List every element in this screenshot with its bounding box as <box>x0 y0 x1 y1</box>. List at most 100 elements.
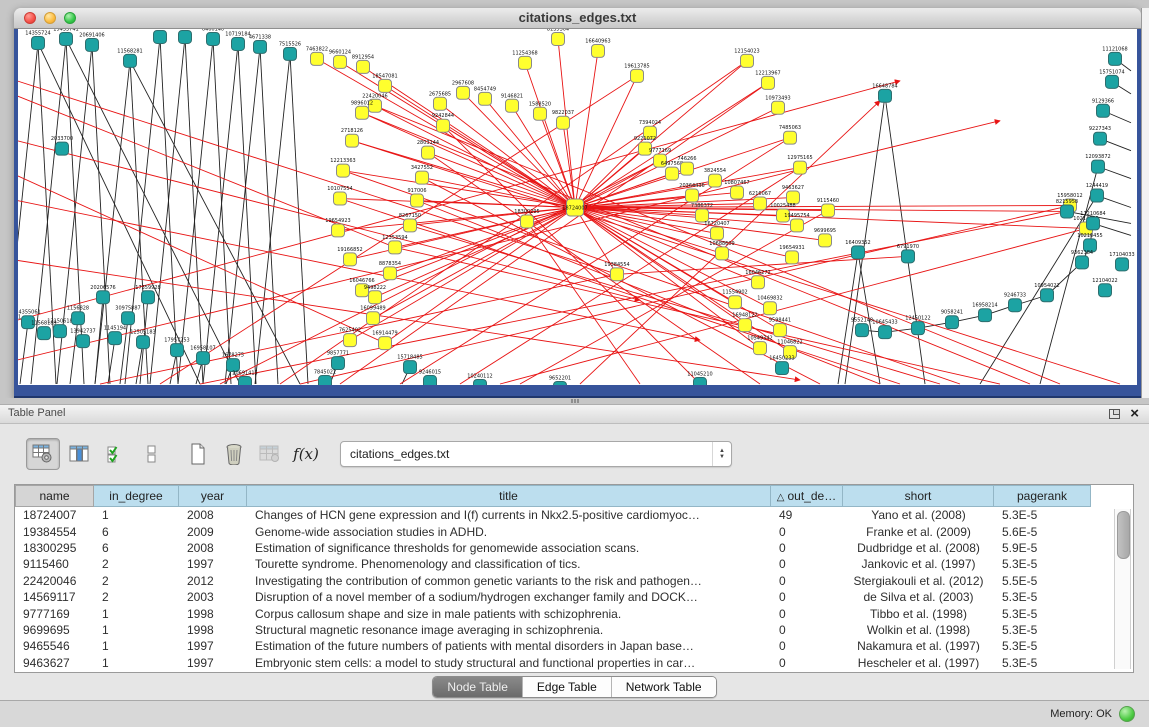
network-node[interactable] <box>1109 52 1122 65</box>
network-node[interactable] <box>791 219 804 232</box>
table-settings-button[interactable] <box>26 438 60 470</box>
network-node[interactable] <box>154 30 167 43</box>
tab-node-table[interactable]: Node Table <box>433 677 522 697</box>
network-node[interactable] <box>404 219 417 232</box>
network-node[interactable] <box>739 319 752 332</box>
network-node[interactable] <box>819 234 832 247</box>
network-node[interactable] <box>774 324 787 337</box>
network-node[interactable] <box>422 146 435 159</box>
import-table-button[interactable] <box>254 439 286 469</box>
network-node[interactable] <box>709 174 722 187</box>
network-node[interactable] <box>752 276 765 289</box>
network-node[interactable] <box>822 204 835 217</box>
network-node[interactable] <box>97 291 110 304</box>
network-node[interactable] <box>666 167 679 180</box>
network-node[interactable] <box>337 164 350 177</box>
network-node[interactable] <box>479 92 492 105</box>
network-node[interactable] <box>404 361 417 374</box>
column-header-in_degree[interactable]: in_degree <box>94 485 179 507</box>
network-node[interactable] <box>784 131 797 144</box>
network-node[interactable] <box>631 69 644 82</box>
network-node[interactable] <box>694 378 707 385</box>
network-node[interactable] <box>776 362 789 375</box>
divider-grip-icon[interactable] <box>571 399 580 403</box>
float-window-icon[interactable] <box>1109 409 1120 419</box>
network-node[interactable] <box>592 44 605 57</box>
network-node[interactable] <box>852 246 865 259</box>
network-node[interactable] <box>711 227 724 240</box>
network-node[interactable] <box>232 37 245 50</box>
network-node[interactable] <box>197 352 210 365</box>
network-node[interactable] <box>334 192 347 205</box>
network-node[interactable] <box>902 250 915 263</box>
network-node[interactable] <box>731 186 744 199</box>
network-node[interactable] <box>319 376 332 385</box>
delete-columns-button[interactable] <box>218 439 250 469</box>
network-node[interactable] <box>379 337 392 350</box>
network-node[interactable] <box>424 376 437 385</box>
network-node[interactable] <box>411 194 424 207</box>
network-node[interactable] <box>729 296 742 309</box>
table-row[interactable]: 946554611997Estimation of the future num… <box>15 638 1133 654</box>
network-node[interactable] <box>389 241 402 254</box>
network-node[interactable] <box>311 52 324 65</box>
network-node[interactable] <box>1097 104 1110 117</box>
unselect-all-checkboxes-button[interactable] <box>136 439 168 469</box>
network-node[interactable] <box>912 322 925 335</box>
network-node[interactable] <box>474 380 487 385</box>
network-node[interactable] <box>384 267 397 280</box>
function-builder-button[interactable]: f(x) <box>290 439 322 469</box>
table-row[interactable]: 911546021997Tourette syndrome. Phenomeno… <box>15 556 1133 572</box>
network-node[interactable] <box>534 107 547 120</box>
network-node[interactable] <box>32 36 45 49</box>
tab-edge-table[interactable]: Edge Table <box>522 677 611 697</box>
network-node[interactable] <box>686 189 699 202</box>
network-node[interactable] <box>86 38 99 51</box>
network-node[interactable] <box>379 79 392 92</box>
network-node[interactable] <box>506 99 519 112</box>
network-node[interactable] <box>762 76 775 89</box>
network-node[interactable] <box>754 197 767 210</box>
network-node[interactable] <box>786 251 799 264</box>
network-node[interactable] <box>434 97 447 110</box>
column-header-year[interactable]: year <box>179 485 247 507</box>
network-node[interactable] <box>344 253 357 266</box>
network-node[interactable] <box>416 171 429 184</box>
network-node[interactable] <box>142 291 155 304</box>
network-node[interactable] <box>946 316 959 329</box>
network-node[interactable] <box>334 55 347 68</box>
network-node[interactable] <box>109 332 122 345</box>
create-column-button[interactable] <box>182 439 214 469</box>
network-node[interactable] <box>54 325 67 338</box>
network-node[interactable] <box>716 247 729 260</box>
network-canvas[interactable]: 1830029519384554982203715885209146821845… <box>18 29 1137 385</box>
network-node[interactable] <box>367 312 380 325</box>
network-node[interactable] <box>794 161 807 174</box>
network-node[interactable] <box>1116 258 1129 271</box>
network-node[interactable] <box>344 334 357 347</box>
network-node[interactable] <box>254 40 267 53</box>
table-row[interactable]: 977716911998Corpus callosum shape and si… <box>15 605 1133 621</box>
column-header-out_de[interactable]: △out_de… <box>771 485 843 507</box>
network-node[interactable] <box>284 47 297 60</box>
network-table-select[interactable]: citations_edges.txt ▲▼ <box>340 441 732 467</box>
network-node[interactable] <box>879 326 892 339</box>
column-header-title[interactable]: title <box>247 485 771 507</box>
network-node[interactable] <box>1091 189 1104 202</box>
network-node[interactable] <box>772 101 785 114</box>
network-node[interactable] <box>137 336 150 349</box>
network-node[interactable] <box>207 32 220 45</box>
network-node[interactable] <box>1094 132 1107 145</box>
network-node[interactable] <box>171 344 184 357</box>
network-node[interactable] <box>1087 217 1100 230</box>
network-node[interactable] <box>552 32 565 45</box>
network-node[interactable] <box>557 116 570 129</box>
network-node[interactable] <box>611 268 624 281</box>
tab-network-table[interactable]: Network Table <box>611 677 716 697</box>
network-node[interactable] <box>681 162 694 175</box>
network-node[interactable] <box>1061 205 1074 218</box>
close-panel-icon[interactable]: × <box>1130 407 1139 421</box>
minimize-window-button[interactable] <box>44 12 56 24</box>
table-row[interactable]: 1938455462009Genome-wide association stu… <box>15 523 1133 539</box>
network-node[interactable] <box>554 382 567 385</box>
